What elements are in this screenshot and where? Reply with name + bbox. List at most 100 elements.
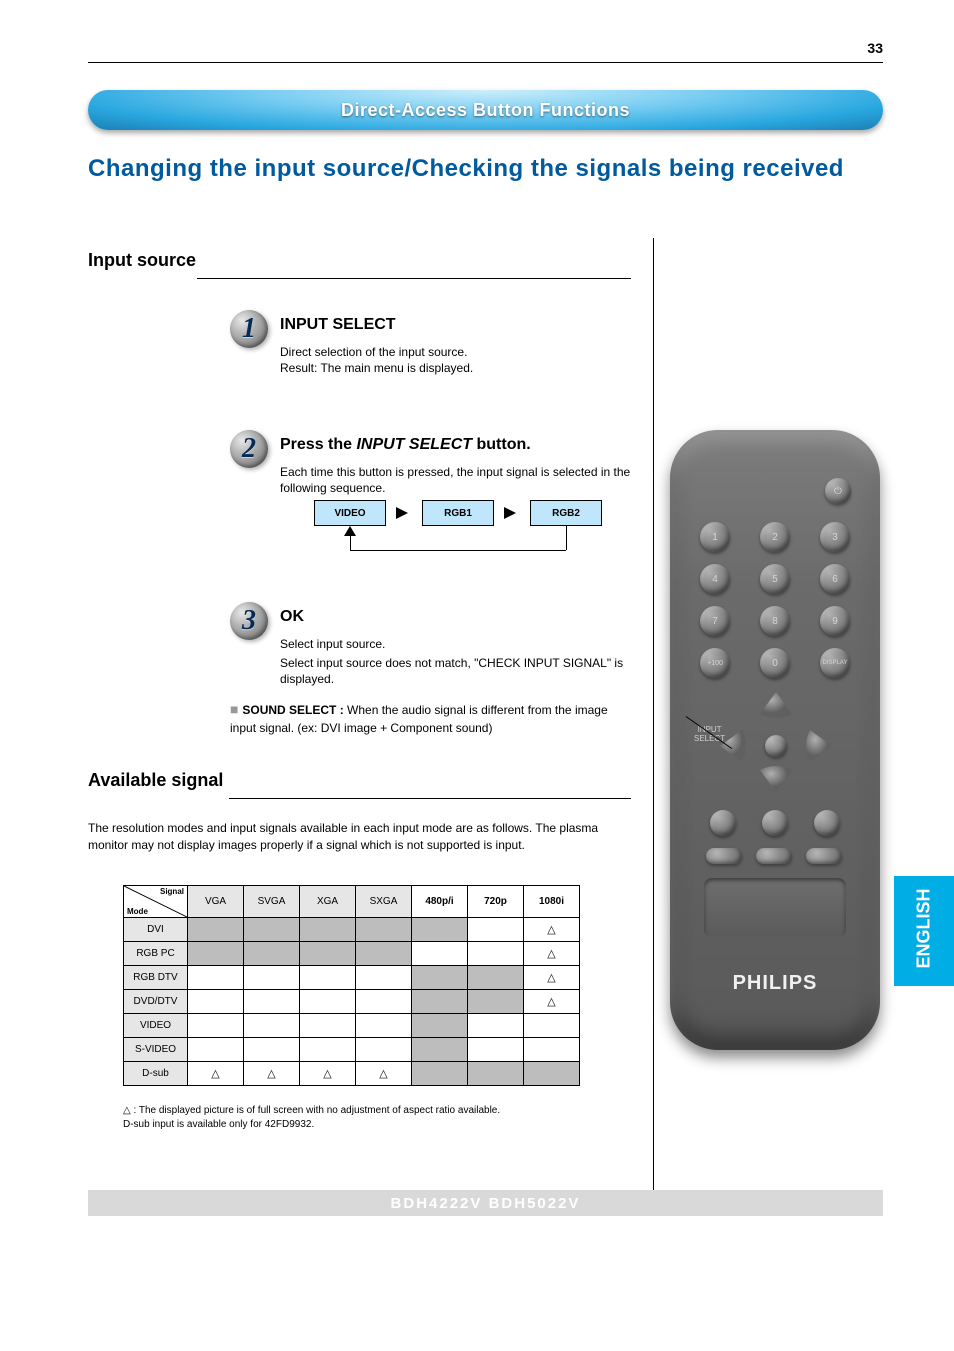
digit-5-button[interactable]: 5 [760, 564, 790, 594]
signal-table: Signal Mode VGA SVGA XGA SXGA 480p/i 720… [123, 885, 580, 1086]
arrow-up-icon [344, 526, 356, 536]
digit-label: 2 [772, 532, 778, 543]
digit-1-button[interactable]: 1 [700, 522, 730, 552]
table-cell [244, 1014, 300, 1038]
col-svga: SVGA [244, 886, 300, 918]
table-row: S-VIDEO [124, 1038, 580, 1062]
step-2-number: 2 [242, 433, 256, 465]
digit-7-button[interactable]: 7 [700, 606, 730, 636]
table-cell [524, 1062, 580, 1086]
subtitle: Changing the input source/Checking the s… [88, 155, 844, 183]
table-cell [300, 942, 356, 966]
arrow-right-icon [504, 507, 516, 519]
digit-label: 7 [712, 616, 718, 627]
table-cell [468, 990, 524, 1014]
digit-label: 5 [772, 574, 778, 585]
power-icon: ⏻ [834, 486, 842, 497]
table-cell: △ [244, 1062, 300, 1086]
arrow-down-button[interactable] [756, 762, 796, 794]
table-cell: △ [524, 918, 580, 942]
cycle-line [350, 534, 351, 550]
table-cell: △ [300, 1062, 356, 1086]
plus100-button[interactable]: +100 [700, 648, 730, 678]
section2-intro: The resolution modes and input signals a… [88, 820, 631, 854]
table-cell [244, 942, 300, 966]
table-diag-cell: Signal Mode [124, 886, 188, 918]
digit-label: DISPLAY [823, 660, 848, 666]
table-row: D-sub△△△△ [124, 1062, 580, 1086]
table-row: DVD/DTV△ [124, 990, 580, 1014]
table-note-1: △ : The displayed picture is of full scr… [123, 1105, 500, 1116]
digit-8-button[interactable]: 8 [760, 606, 790, 636]
triangle-icon: △ [547, 924, 555, 936]
row-label: RGB PC [124, 942, 188, 966]
step-2-label: Press the INPUT SELECT button. [280, 436, 531, 454]
triangle-icon: △ [547, 948, 555, 960]
table-cell [188, 1038, 244, 1062]
row-label: DVI [124, 918, 188, 942]
digit-2-button[interactable]: 2 [760, 522, 790, 552]
side-tab: ENGLISH [894, 876, 954, 986]
col-480pi: 480p/i [412, 886, 468, 918]
top-rule [88, 62, 883, 63]
triangle-icon: △ [547, 972, 555, 984]
step-2-bullet: 2 [230, 430, 268, 468]
table-note-2: D-sub input is available only for 42FD99… [123, 1119, 314, 1130]
table-cell [300, 990, 356, 1014]
digit-label: 9 [832, 616, 838, 627]
pill-button-1[interactable] [706, 848, 742, 864]
ok-button[interactable] [765, 735, 787, 757]
table-row: RGB PC △ [124, 942, 580, 966]
digit-6-button[interactable]: 6 [820, 564, 850, 594]
table-cell [356, 918, 412, 942]
digit-9-button[interactable]: 9 [820, 606, 850, 636]
table-cell [188, 966, 244, 990]
table-cell [356, 1038, 412, 1062]
digit-0-button[interactable]: 0 [760, 648, 790, 678]
aux-button-1[interactable] [710, 810, 736, 836]
aux-button-2[interactable] [762, 810, 788, 836]
table-cell [188, 942, 244, 966]
title-bar-text: Direct-Access Button Functions [341, 100, 630, 121]
table-row: RGB DTV△ [124, 966, 580, 990]
table-cell [300, 966, 356, 990]
table-cell [244, 966, 300, 990]
table-cell [524, 1038, 580, 1062]
table-cell [356, 966, 412, 990]
digit-label: +100 [707, 660, 723, 667]
digit-4-button[interactable]: 4 [700, 564, 730, 594]
digit-label: 4 [712, 574, 718, 585]
pill-button-3[interactable] [806, 848, 842, 864]
table-cell [300, 1038, 356, 1062]
step-3-number: 3 [242, 605, 256, 637]
aux-button-3[interactable] [814, 810, 840, 836]
table-cell [468, 942, 524, 966]
input-cycle-diagram: VIDEO RGB1 RGB2 [314, 500, 614, 570]
power-button[interactable]: ⏻ [825, 478, 851, 504]
section1-rule [197, 278, 631, 279]
triangle-icon: △ [547, 996, 555, 1008]
remote-brand: PHILIPS [670, 972, 880, 995]
note-bullet-icon: ■ [230, 701, 242, 717]
display-button[interactable]: DISPLAY [820, 648, 850, 678]
col-720p: 720p [468, 886, 524, 918]
table-cell [412, 1014, 468, 1038]
table-cell [188, 1014, 244, 1038]
table-cell [468, 1062, 524, 1086]
table-cell [412, 942, 468, 966]
step-2-label-suffix: button. [472, 436, 531, 453]
step-3-bullet: 3 [230, 602, 268, 640]
step-3-body-2: Select input source does not match, "CHE… [280, 655, 631, 687]
table-cell [356, 990, 412, 1014]
table-cell: △ [524, 966, 580, 990]
pill-button-2[interactable] [756, 848, 792, 864]
table-cell [468, 1038, 524, 1062]
arrow-right-button[interactable] [802, 726, 834, 766]
arrow-right-icon [396, 507, 408, 519]
table-cell [300, 918, 356, 942]
digit-3-button[interactable]: 3 [820, 522, 850, 552]
digit-label: 8 [772, 616, 778, 627]
table-cell [356, 1014, 412, 1038]
row-label: S-VIDEO [124, 1038, 188, 1062]
arrow-up-button[interactable] [756, 690, 796, 722]
